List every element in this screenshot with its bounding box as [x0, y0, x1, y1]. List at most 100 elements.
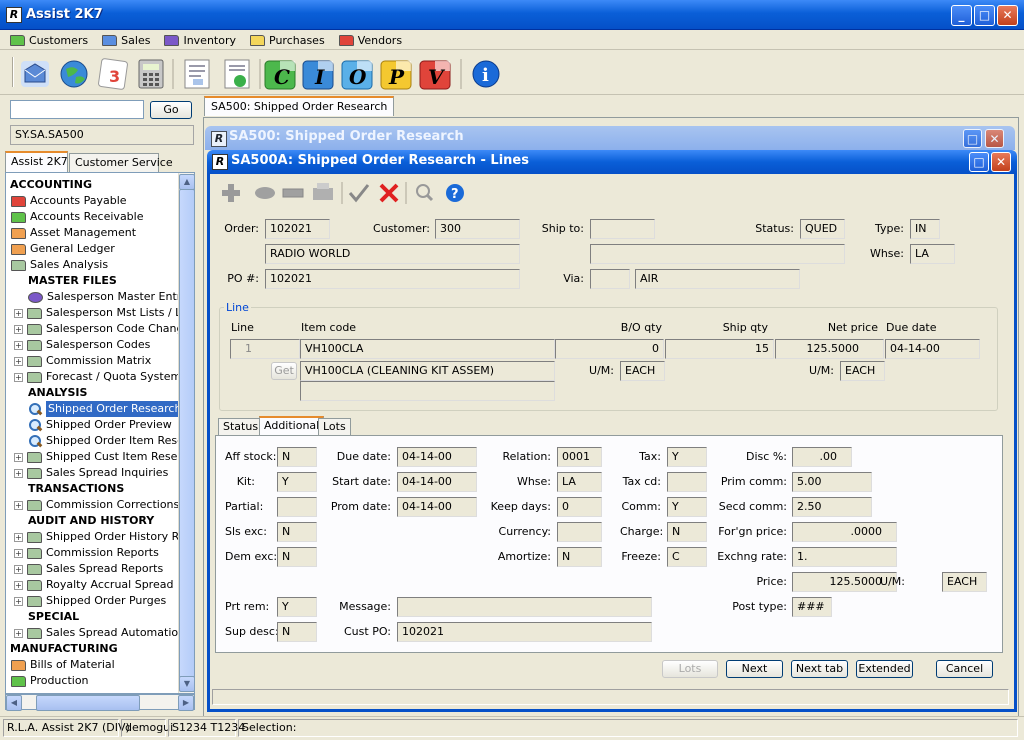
- tree-item[interactable]: + Forecast / Quota System: [14, 369, 181, 385]
- scroll-left-button[interactable]: ◀: [6, 695, 22, 711]
- calendar-icon[interactable]: 3: [98, 58, 128, 90]
- tree-item[interactable]: + Shipped Order History Rep: [14, 529, 193, 545]
- tree-item[interactable]: Shipped Order Research: [28, 401, 184, 417]
- c-icon[interactable]: C: [264, 60, 296, 90]
- expand-icon[interactable]: +: [14, 564, 23, 574]
- order-field[interactable]: 102021: [265, 219, 330, 239]
- tab-additional[interactable]: Additional: [259, 416, 325, 436]
- tree-item[interactable]: + Royalty Accrual Spread Re: [14, 577, 191, 593]
- cancel-icon[interactable]: [379, 183, 399, 203]
- item-code-field[interactable]: VH100CLA: [300, 339, 555, 359]
- i-icon[interactable]: I: [302, 60, 334, 90]
- tree-item[interactable]: + Sales Spread Reports: [14, 561, 163, 577]
- tree-item[interactable]: + Salesperson Codes: [14, 337, 150, 353]
- back-maximize-button[interactable]: □: [963, 129, 982, 148]
- lots-button[interactable]: Lots: [662, 660, 718, 678]
- next-tab-button[interactable]: Next tab: [791, 660, 848, 678]
- shipto-field[interactable]: [590, 219, 655, 239]
- tree-item[interactable]: Accounts Receivable: [11, 209, 144, 225]
- cancel-button[interactable]: Cancel: [936, 660, 993, 678]
- tree-item[interactable]: Accounts Payable: [11, 193, 127, 209]
- tree-item[interactable]: + Salesperson Mst Lists / Lab: [14, 305, 194, 321]
- back-close-button[interactable]: ✕: [985, 129, 1004, 148]
- expand-icon[interactable]: +: [14, 500, 23, 510]
- expand-icon[interactable]: +: [14, 372, 23, 382]
- menu-item-vendors[interactable]: Vendors: [338, 34, 402, 47]
- tab-lots[interactable]: Lots: [318, 418, 351, 436]
- extended-button[interactable]: Extended: [856, 660, 913, 678]
- search-input[interactable]: [10, 100, 144, 119]
- tree-item[interactable]: Salesperson Master Entry: [28, 289, 188, 305]
- doc-tab-sa500[interactable]: SA500: Shipped Order Research: [204, 96, 395, 116]
- scroll-down-button[interactable]: ▼: [179, 676, 194, 692]
- info-icon[interactable]: i: [472, 60, 500, 88]
- menu-item-customers[interactable]: Customers: [10, 34, 88, 47]
- scroll-up-button[interactable]: ▲: [179, 174, 194, 190]
- menu-item-sales[interactable]: Sales: [102, 34, 150, 47]
- tab-customer-service[interactable]: Customer Service: [69, 153, 173, 173]
- tree-vertical-scrollbar[interactable]: ▲ ▼: [178, 173, 194, 693]
- next-button[interactable]: Next: [726, 660, 783, 678]
- tree-item[interactable]: Production: [11, 673, 89, 689]
- expand-icon[interactable]: +: [14, 548, 23, 558]
- tree-item[interactable]: + Salesperson Code Change/: [14, 321, 194, 337]
- tree-item[interactable]: + Commission Matrix: [14, 353, 151, 369]
- expand-icon[interactable]: +: [14, 324, 23, 334]
- tree-item[interactable]: + Commission Reports: [14, 545, 159, 561]
- tree-item[interactable]: + Shipped Cust Item Researc: [14, 449, 194, 465]
- get-button[interactable]: Get: [271, 362, 297, 380]
- front-window-titlebar[interactable]: R SA500A: Shipped Order Research - Lines…: [207, 150, 1017, 174]
- mail-icon[interactable]: [21, 61, 49, 87]
- tab-assist[interactable]: Assist 2K7: [5, 151, 68, 173]
- tree-item[interactable]: Shipped Order Item Resear: [28, 433, 194, 449]
- o-icon[interactable]: O: [341, 60, 373, 90]
- go-button[interactable]: Go: [150, 101, 192, 119]
- add-icon[interactable]: [222, 184, 240, 202]
- calculator-icon[interactable]: [138, 59, 164, 89]
- tab-status[interactable]: Status: [218, 418, 264, 436]
- p-icon[interactable]: P: [380, 60, 412, 90]
- print-icon[interactable]: [313, 183, 333, 200]
- expand-icon[interactable]: +: [14, 580, 23, 590]
- expand-icon[interactable]: +: [14, 596, 23, 606]
- search-icon[interactable]: [416, 184, 434, 202]
- expand-icon[interactable]: +: [14, 452, 23, 462]
- tree-item[interactable]: Bills of Material: [11, 657, 115, 673]
- tree-item[interactable]: General Ledger: [11, 241, 115, 257]
- scroll-right-button[interactable]: ▶: [178, 695, 194, 711]
- maximize-button[interactable]: □: [974, 5, 995, 26]
- v-icon[interactable]: V: [419, 60, 451, 90]
- menu-item-purchases[interactable]: Purchases: [250, 34, 325, 47]
- menu-item-inventory[interactable]: Inventory: [164, 34, 236, 47]
- tree-item[interactable]: + Sales Spread Automation: [14, 625, 185, 641]
- expand-icon[interactable]: +: [14, 628, 23, 638]
- export-icon[interactable]: [224, 59, 250, 89]
- tree-item[interactable]: Shipped Order Preview: [28, 417, 172, 433]
- tree-item[interactable]: + Shipped Order Purges: [14, 593, 166, 609]
- hscroll-thumb[interactable]: [36, 695, 140, 711]
- front-maximize-button[interactable]: □: [969, 152, 989, 172]
- expand-icon[interactable]: +: [14, 356, 23, 366]
- front-close-button[interactable]: ✕: [991, 152, 1011, 172]
- expand-icon[interactable]: +: [14, 532, 23, 542]
- delete-icon[interactable]: [282, 188, 304, 198]
- expand-icon[interactable]: +: [14, 340, 23, 350]
- tree-item[interactable]: Asset Management: [11, 225, 136, 241]
- tree-item[interactable]: + Sales Spread Inquiries: [14, 465, 168, 481]
- back-window-titlebar[interactable]: R SA500: Shipped Order Research □ ✕: [205, 126, 1015, 150]
- help-icon[interactable]: ?: [446, 184, 464, 202]
- close-button[interactable]: ✕: [997, 5, 1018, 26]
- tree-horizontal-scrollbar[interactable]: ◀ ▶: [5, 694, 195, 711]
- minimize-button[interactable]: _: [951, 5, 972, 26]
- expand-icon[interactable]: +: [14, 468, 23, 478]
- scroll-thumb[interactable]: [179, 189, 194, 679]
- customer-field[interactable]: 300: [435, 219, 520, 239]
- copy-icon[interactable]: [255, 187, 275, 199]
- globe-icon[interactable]: [60, 60, 88, 88]
- expand-icon[interactable]: +: [14, 308, 23, 318]
- report-icon[interactable]: [184, 59, 210, 89]
- via-code-field[interactable]: [590, 269, 630, 289]
- tree-item[interactable]: + Commission Corrections: [14, 497, 179, 513]
- accept-icon[interactable]: [348, 184, 370, 203]
- po-field[interactable]: 102021: [265, 269, 520, 289]
